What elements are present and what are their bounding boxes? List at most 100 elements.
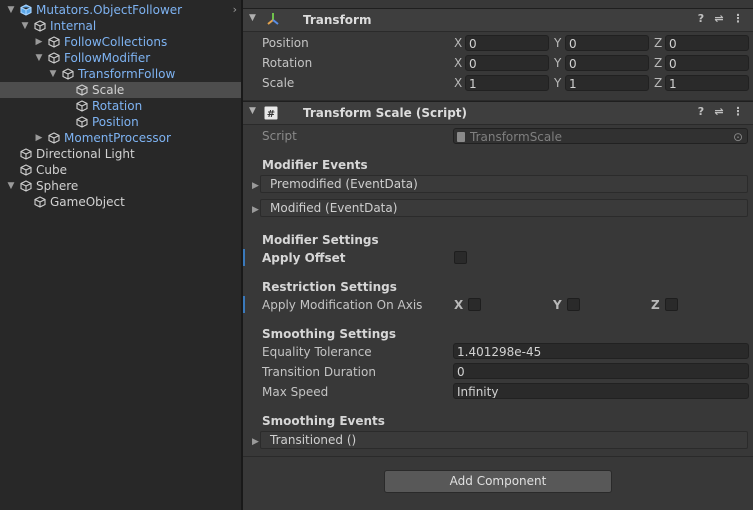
hierarchy-item[interactable]: ▼ FollowModifier: [0, 50, 241, 66]
presets-icon[interactable]: ⇌: [712, 105, 726, 118]
cube-icon: [48, 132, 60, 144]
cube-icon: [76, 100, 88, 112]
rotation-x-field[interactable]: 0: [465, 55, 549, 71]
hierarchy-item-label: Internal: [50, 19, 97, 33]
cube-icon: [20, 164, 32, 176]
expanded-arrow-icon[interactable]: ▼: [6, 2, 16, 18]
transition-duration-label: Transition Duration: [262, 365, 376, 379]
hierarchy-item[interactable]: ▼ Internal: [0, 18, 241, 34]
max-speed-label: Max Speed: [262, 385, 329, 399]
axis-y-label: Y: [553, 298, 562, 312]
presets-icon[interactable]: ⇌: [712, 12, 726, 25]
script-component-header[interactable]: ▼ # Transform Scale (Script) ? ⇌ ⋮: [243, 101, 753, 125]
hierarchy-panel: ▼ Mutators.ObjectFollower ▼ Internal ▶ Follow…: [0, 0, 241, 510]
divider: [243, 456, 753, 457]
expand-arrow-icon[interactable]: ▶: [252, 181, 259, 191]
axis-z-label[interactable]: Z: [654, 36, 662, 50]
hierarchy-item[interactable]: Directional Light: [0, 146, 241, 162]
transform-title: Transform: [303, 13, 372, 27]
hierarchy-item[interactable]: ▼ TransformFollow: [0, 66, 241, 82]
transform-header[interactable]: ▼ Transform ? ⇌ ⋮: [243, 8, 753, 32]
equality-tolerance-field[interactable]: 1.401298e-45: [453, 343, 749, 359]
object-picker-icon[interactable]: ⊙: [733, 129, 743, 143]
hierarchy-item[interactable]: Cube: [0, 162, 241, 178]
transform-rotation-label: Rotation: [262, 56, 313, 70]
premodified-event-foldout[interactable]: Premodified (EventData): [260, 175, 748, 193]
axis-x-label[interactable]: X: [454, 56, 462, 70]
hierarchy-item[interactable]: Rotation: [0, 98, 241, 114]
fold-arrow-icon[interactable]: ▼: [249, 106, 256, 116]
expanded-arrow-icon[interactable]: ▼: [6, 178, 16, 194]
expand-arrow-icon[interactable]: ▶: [252, 205, 259, 215]
transition-duration-field[interactable]: 0: [453, 363, 749, 379]
axis-z-checkbox[interactable]: [665, 298, 678, 311]
hierarchy-item-label: MomentProcessor: [64, 131, 171, 145]
hierarchy-item[interactable]: ▼ Sphere: [0, 178, 241, 194]
max-speed-field[interactable]: Infinity: [453, 383, 749, 399]
axis-y-label[interactable]: Y: [554, 76, 561, 90]
cube-icon: [20, 148, 32, 160]
chevron-right-icon[interactable]: ›: [233, 3, 237, 16]
scale-y-field[interactable]: 1: [565, 75, 649, 91]
cube-icon: [48, 36, 60, 48]
hierarchy-item-label: Mutators.ObjectFollower: [36, 3, 183, 17]
script-field[interactable]: TransformScale ⊙: [453, 128, 748, 144]
hierarchy-item[interactable]: ▼ Mutators.ObjectFollower: [0, 2, 241, 18]
kebab-menu-icon[interactable]: ⋮: [731, 12, 745, 25]
axis-y-label[interactable]: Y: [554, 36, 561, 50]
hierarchy-item-label: Directional Light: [36, 147, 135, 161]
modified-event-foldout[interactable]: Modified (EventData): [260, 199, 748, 217]
help-icon[interactable]: ?: [694, 12, 708, 25]
axis-y-label[interactable]: Y: [554, 56, 561, 70]
hierarchy-item-label: GameObject: [50, 195, 125, 209]
help-icon[interactable]: ?: [694, 105, 708, 118]
expand-arrow-icon[interactable]: ▶: [252, 437, 259, 447]
add-component-button[interactable]: Add Component: [384, 470, 612, 493]
kebab-menu-icon[interactable]: ⋮: [731, 105, 745, 118]
transform-position-label: Position: [262, 36, 309, 50]
position-z-field[interactable]: 0: [665, 35, 749, 51]
prefab-cube-icon: [20, 4, 32, 16]
script-component-title: Transform Scale (Script): [303, 106, 467, 120]
cube-icon: [34, 20, 46, 32]
hierarchy-item[interactable]: ▶ FollowCollections: [0, 34, 241, 50]
hierarchy-item-label: FollowModifier: [64, 51, 151, 65]
hierarchy-item-label: Position: [92, 115, 139, 129]
scale-x-field[interactable]: 1: [465, 75, 549, 91]
collapsed-arrow-icon[interactable]: ▶: [34, 130, 44, 146]
expanded-arrow-icon[interactable]: ▼: [20, 18, 30, 34]
apply-axis-label: Apply Modification On Axis: [262, 298, 423, 312]
transform-scale-label: Scale: [262, 76, 295, 90]
apply-offset-checkbox[interactable]: [454, 251, 467, 264]
expanded-arrow-icon[interactable]: ▼: [48, 66, 58, 82]
transitioned-event-foldout[interactable]: Transitioned (): [260, 431, 748, 449]
collapsed-arrow-icon[interactable]: ▶: [34, 34, 44, 50]
position-x-field[interactable]: 0: [465, 35, 549, 51]
hierarchy-item-label: Sphere: [36, 179, 79, 193]
script-label: Script: [262, 129, 297, 143]
rotation-y-field[interactable]: 0: [565, 55, 649, 71]
cube-icon: [76, 116, 88, 128]
axis-x-label[interactable]: X: [454, 76, 462, 90]
axis-z-label[interactable]: Z: [654, 76, 662, 90]
axis-y-checkbox[interactable]: [567, 298, 580, 311]
cube-icon: [76, 84, 88, 96]
hierarchy-item-label: Scale: [92, 83, 125, 97]
modifier-events-heading: Modifier Events: [262, 158, 368, 172]
axis-z-label[interactable]: Z: [654, 56, 662, 70]
fold-arrow-icon[interactable]: ▼: [249, 13, 256, 23]
cube-icon: [48, 52, 60, 64]
hierarchy-item[interactable]: ▶ MomentProcessor: [0, 130, 241, 146]
smoothing-settings-heading: Smoothing Settings: [262, 327, 396, 341]
expanded-arrow-icon[interactable]: ▼: [34, 50, 44, 66]
position-y-field[interactable]: 0: [565, 35, 649, 51]
hierarchy-item-label: TransformFollow: [78, 67, 176, 81]
axis-x-label[interactable]: X: [454, 36, 462, 50]
rotation-z-field[interactable]: 0: [665, 55, 749, 71]
hierarchy-item-label: Rotation: [92, 99, 143, 113]
axis-x-checkbox[interactable]: [468, 298, 481, 311]
scale-z-field[interactable]: 1: [665, 75, 749, 91]
hierarchy-item[interactable]: Scale: [0, 82, 241, 98]
hierarchy-item[interactable]: GameObject: [0, 194, 241, 210]
hierarchy-item[interactable]: Position: [0, 114, 241, 130]
